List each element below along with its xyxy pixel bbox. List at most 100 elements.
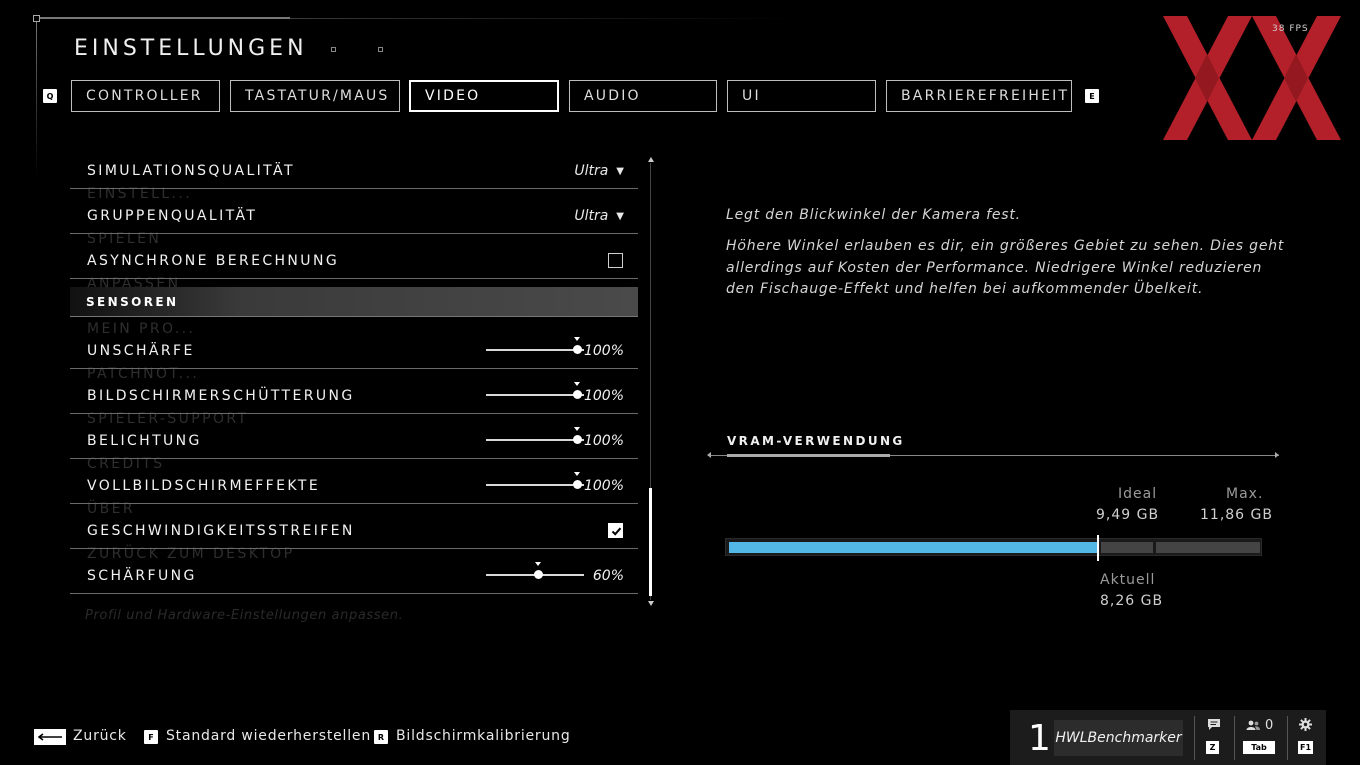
chat-icon[interactable] [1207,718,1221,731]
player-profile-panel[interactable]: 1 HWLBenchmarker Z 0 Tab F1 [1010,710,1326,765]
slider-default-mark [574,337,580,341]
friends-icon[interactable] [1246,720,1260,730]
ghost-menu-caption: Profil und Hardware-Einstellungen anpass… [85,608,404,623]
vram-ideal-value: 9,49 GB [1096,507,1160,523]
slider-default-mark [574,427,580,431]
setting-row-group-quality[interactable]: GRUPPENQUALITÄT Ultra ▼ [70,190,638,234]
slider-value: 100% [583,388,624,404]
setting-label: ASYNCHRONE BERECHNUNG [87,253,340,269]
chevron-down-icon: ▼ [616,166,624,177]
slider-value: 100% [583,433,624,449]
scroll-down-arrow-icon[interactable] [648,601,654,606]
setting-row-simulation-quality[interactable]: SIMULATIONSQUALITÄT Ultra ▼ [70,145,638,189]
back-key[interactable] [34,729,66,745]
gear-icon[interactable] [1299,718,1312,731]
async-compute-checkbox[interactable] [608,253,623,268]
tab-prev-key[interactable]: Q [43,89,57,103]
setting-row-exposure[interactable]: BELICHTUNG 100% [70,415,638,459]
section-title: SENSOREN [86,295,179,309]
slider-knob[interactable] [573,390,582,399]
tab-ui[interactable]: UI [727,80,876,112]
setting-label: GRUPPENQUALITÄT [87,208,258,224]
checkmark-icon [611,527,622,536]
chat-key[interactable]: Z [1206,741,1219,754]
dropdown-value: Ultra [574,163,609,179]
vram-current-value: 8,26 GB [1100,593,1164,609]
title-decor-pip [331,47,336,52]
reset-key[interactable]: F [144,730,158,744]
vram-ideal-label: Ideal [1118,486,1158,502]
tab-accessibility[interactable]: BARRIEREFREIHEIT [886,80,1072,112]
player-name[interactable]: HWLBenchmarker [1054,720,1183,756]
setting-label: SCHÄRFUNG [87,568,197,584]
blur-slider[interactable] [486,337,584,354]
group-quality-dropdown[interactable]: Ultra ▼ [574,208,624,224]
simulation-quality-dropdown[interactable]: Ultra ▼ [574,163,624,179]
tab-controller[interactable]: CONTROLLER [71,80,220,112]
friends-key[interactable]: Tab [1243,741,1275,754]
player-rank: 1 [1028,718,1051,759]
scroll-up-arrow-icon[interactable] [648,157,654,162]
vram-divider-accent [727,454,890,457]
chevron-down-icon: ▼ [616,211,624,222]
slider-default-mark [534,562,541,566]
vram-divider-left-arrow-icon [707,452,711,458]
divider [1287,716,1288,760]
setting-label: GESCHWINDIGKEITSSTREIFEN [87,523,355,539]
setting-label: BILDSCHIRMERSCHÜTTERUNG [87,388,355,404]
setting-label: UNSCHÄRFE [87,343,195,359]
slider-knob[interactable] [573,345,582,354]
setting-row-screen-shake[interactable]: BILDSCHIRMERSCHÜTTERUNG 100% [70,370,638,414]
vram-title: VRAM-VERWENDUNG [727,434,905,448]
vram-usage-bar [725,535,1262,561]
exposure-slider[interactable] [486,427,584,444]
vram-segment-to-ideal [1101,542,1153,553]
setting-row-fullscreen-effects[interactable]: VOLLBILDSCHIRMEFFEKTE 100% [70,460,638,504]
setting-row-sharpening[interactable]: SCHÄRFUNG 60% [70,550,638,594]
fullscreen-effects-slider[interactable] [486,472,584,489]
restore-defaults-button[interactable]: Standard wiederherstellen [166,728,371,744]
fps-counter: 38 FPS [1272,24,1309,34]
scrollbar-thumb[interactable] [649,488,652,596]
dropdown-value: Ultra [574,208,609,224]
slider-value: 100% [583,343,624,359]
divider [1194,716,1195,760]
frame-line-top-accent [36,17,290,19]
tab-video[interactable]: VIDEO [409,80,559,112]
slider-knob[interactable] [573,480,582,489]
back-button[interactable]: Zurück [73,728,127,744]
vram-current-fill [729,542,1097,553]
page-title: EINSTELLUNGEN [74,36,308,61]
tab-audio[interactable]: AUDIO [569,80,717,112]
arrow-left-icon [37,733,62,741]
screen-calibration-button[interactable]: Bildschirmkalibrierung [396,728,571,744]
setting-row-speed-lines[interactable]: GESCHWINDIGKEITSSTREIFEN [70,505,638,549]
vram-max-value: 11,86 GB [1200,507,1273,523]
setting-label: VOLLBILDSCHIRMEFFEKTE [87,478,321,494]
frame-corner-dot [33,15,40,22]
screen-shake-slider[interactable] [486,382,584,399]
slider-default-mark [574,382,580,386]
settings-key[interactable]: F1 [1298,741,1313,754]
setting-description-detail: Höhere Winkel erlauben es dir, ein größe… [726,238,1285,297]
frame-line-left [36,18,37,178]
slider-knob[interactable] [573,435,582,444]
setting-label: SIMULATIONSQUALITÄT [87,163,295,179]
slider-default-mark [574,472,580,476]
sharpening-slider[interactable] [486,562,584,579]
setting-row-blur[interactable]: UNSCHÄRFE 100% [70,325,638,369]
slider-knob[interactable] [533,570,543,579]
vram-max-label: Max. [1226,486,1264,502]
tab-keyboard-mouse[interactable]: TASTATUR/MAUS [230,80,400,112]
friends-count: 0 [1265,718,1274,733]
setting-row-async-compute[interactable]: ASYNCHRONE BERECHNUNG [70,235,638,279]
vram-current-marker [1097,535,1099,561]
slider-value: 60% [592,568,624,584]
vram-segment-to-max [1156,542,1260,553]
tab-next-key[interactable]: E [1085,89,1099,103]
speed-lines-checkbox[interactable] [608,523,623,538]
setting-description-summary: Legt den Blickwinkel der Kamera fest. [726,207,1021,223]
vram-divider-right-arrow-icon [1275,452,1279,458]
calibration-key[interactable]: R [374,730,388,744]
vram-current-label: Aktuell [1100,572,1156,588]
